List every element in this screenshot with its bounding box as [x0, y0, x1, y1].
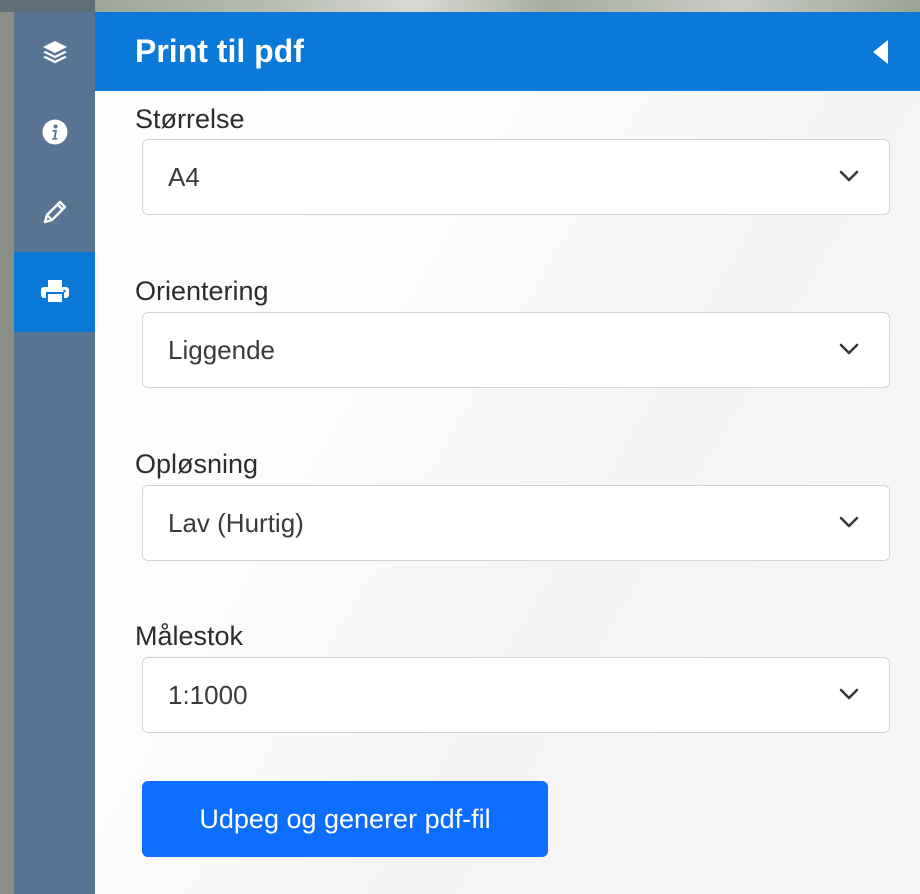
size-select[interactable]: A4 [142, 139, 890, 215]
sidebar-item-info[interactable] [14, 92, 95, 172]
scale-select-value: 1:1000 [168, 679, 248, 710]
pencil-icon [43, 200, 66, 224]
resolution-select-value: Lav (Hurtig) [168, 507, 304, 538]
layers-icon [42, 41, 67, 64]
size-select-value: A4 [168, 161, 200, 192]
sidebar-top-cap [0, 0, 95, 12]
resolution-label: Opløsning [135, 449, 259, 479]
orientation-label: Orientering [135, 276, 269, 306]
orientation-select[interactable]: Liggende [142, 312, 890, 388]
sidebar-item-layers[interactable] [14, 12, 95, 92]
map-background-strip [0, 0, 920, 12]
size-label: Størrelse [135, 104, 245, 134]
panel-header: Print til pdf [95, 12, 920, 91]
chevron-down-icon [839, 688, 859, 700]
panel-title: Print til pdf [135, 33, 304, 69]
sidebar [0, 0, 95, 894]
resolution-select[interactable]: Lav (Hurtig) [142, 485, 890, 561]
scale-select[interactable]: 1:1000 [142, 657, 890, 733]
print-panel: Print til pdf Størrelse A4 Orientering L… [95, 12, 920, 894]
scale-label: Målestok [135, 621, 244, 651]
chevron-down-icon [839, 343, 859, 355]
sidebar-item-draw[interactable] [14, 172, 95, 252]
orientation-select-value: Liggende [168, 334, 275, 365]
chevron-down-icon [839, 170, 859, 182]
chevron-down-icon [839, 516, 859, 528]
generate-pdf-button[interactable]: Udpeg og generer pdf-fil [142, 781, 548, 857]
sidebar-item-print[interactable] [14, 252, 95, 332]
info-icon [42, 119, 67, 145]
collapse-panel-button[interactable] [870, 38, 890, 66]
printer-icon [40, 280, 69, 304]
caret-left-icon [873, 40, 888, 64]
